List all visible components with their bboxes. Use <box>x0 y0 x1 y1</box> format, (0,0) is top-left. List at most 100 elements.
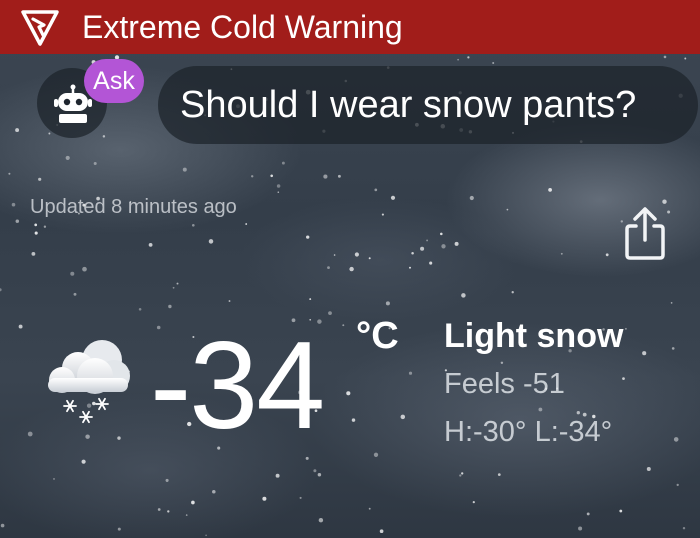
snowflake <box>305 456 309 460</box>
snowflake <box>619 509 623 513</box>
snowflake <box>182 167 187 172</box>
snowflake <box>281 161 285 165</box>
snowflake <box>323 174 328 179</box>
snowflake <box>390 195 396 200</box>
snowflake <box>93 161 97 166</box>
snowflake <box>327 266 330 270</box>
snowflake <box>276 184 281 188</box>
snowflake <box>351 418 356 422</box>
snowflake <box>342 324 345 327</box>
snowflake <box>379 529 384 534</box>
snowflake <box>381 213 384 216</box>
snowflake <box>461 472 464 475</box>
snowflake <box>374 188 378 192</box>
snowflake <box>185 514 188 516</box>
snowflake <box>15 219 20 223</box>
snowflake <box>157 508 161 511</box>
snowflake <box>318 517 324 523</box>
snowflake <box>426 239 429 242</box>
snowflake <box>34 231 38 235</box>
snowflake <box>457 58 459 61</box>
snowflake <box>368 507 371 510</box>
snowflake <box>622 377 625 380</box>
snowflake <box>684 57 687 60</box>
last-updated-label: Updated 8 minutes ago <box>30 196 237 218</box>
snowflake <box>469 195 474 201</box>
feels-like-label: Feels -51 <box>444 368 565 400</box>
snowflake <box>349 266 354 272</box>
ask-badge[interactable]: Ask <box>84 59 144 103</box>
snow-cloud-icon <box>48 340 130 424</box>
snowflake <box>18 324 23 329</box>
suggested-question-button[interactable]: Should I wear snow pants? <box>158 66 698 144</box>
snowflake <box>578 526 583 531</box>
snowflake <box>167 510 170 513</box>
snowflake <box>346 391 351 396</box>
snowflake <box>270 174 274 178</box>
snowflake <box>117 527 121 531</box>
snowflake <box>191 223 195 227</box>
snowflake <box>662 199 667 204</box>
snowflake <box>168 304 172 309</box>
temperature-unit[interactable]: °C <box>356 314 399 358</box>
snowflake <box>461 293 466 298</box>
snowflake <box>454 241 459 246</box>
snowflake <box>15 128 20 133</box>
snowflake <box>317 472 322 477</box>
snowflake <box>117 436 121 440</box>
snowflake <box>409 266 411 269</box>
snowflake <box>411 251 414 255</box>
snowflake <box>70 271 75 276</box>
snowflake <box>172 286 175 289</box>
snowflake <box>328 311 332 315</box>
snowflake <box>333 254 336 256</box>
snowflake <box>440 232 443 236</box>
snowflake <box>313 469 317 473</box>
snowflake <box>511 291 514 294</box>
snowflake <box>548 188 552 192</box>
snowflake <box>73 292 77 296</box>
snowflake <box>642 351 647 356</box>
alert-title: Extreme Cold Warning <box>82 9 403 45</box>
snowflake <box>48 132 51 135</box>
snowflake <box>309 298 312 301</box>
snowflake <box>500 361 504 365</box>
snowflake <box>65 155 70 160</box>
share-icon[interactable] <box>620 206 670 262</box>
snowflake <box>400 414 406 420</box>
snowflake <box>212 489 216 494</box>
snowflake <box>165 478 169 482</box>
snowflake <box>148 243 153 247</box>
snowflake <box>306 235 310 239</box>
snowflake <box>277 191 280 193</box>
snowflake <box>385 301 390 306</box>
snowflake <box>408 371 413 375</box>
snowflake <box>245 223 248 225</box>
snowflake <box>53 477 55 480</box>
high-low-label: H:-30° L:-34° <box>444 416 613 448</box>
snowflake <box>82 266 87 272</box>
snowflake <box>8 172 11 175</box>
snowflake <box>85 434 90 439</box>
snowflake <box>337 174 341 178</box>
snowflake <box>191 500 195 505</box>
snowflake <box>275 473 280 478</box>
snowflake <box>538 407 543 412</box>
snowflake <box>27 431 33 437</box>
snowflake <box>472 501 475 504</box>
weather-alert-banner[interactable]: Extreme Cold Warning <box>0 0 700 54</box>
snowflake <box>81 459 86 464</box>
snowflake <box>676 483 679 487</box>
snowflake <box>34 223 38 227</box>
snowflake <box>205 534 207 537</box>
snowflake <box>176 282 179 285</box>
snowflake <box>138 308 142 311</box>
snowflake <box>663 55 667 59</box>
snowflake <box>251 175 254 178</box>
condition-label: Light snow <box>444 317 624 355</box>
snowflake <box>368 257 371 260</box>
current-temperature: -34 <box>150 317 325 455</box>
snowflake <box>262 496 267 501</box>
snowflake <box>670 302 673 304</box>
snowflake <box>420 246 425 251</box>
